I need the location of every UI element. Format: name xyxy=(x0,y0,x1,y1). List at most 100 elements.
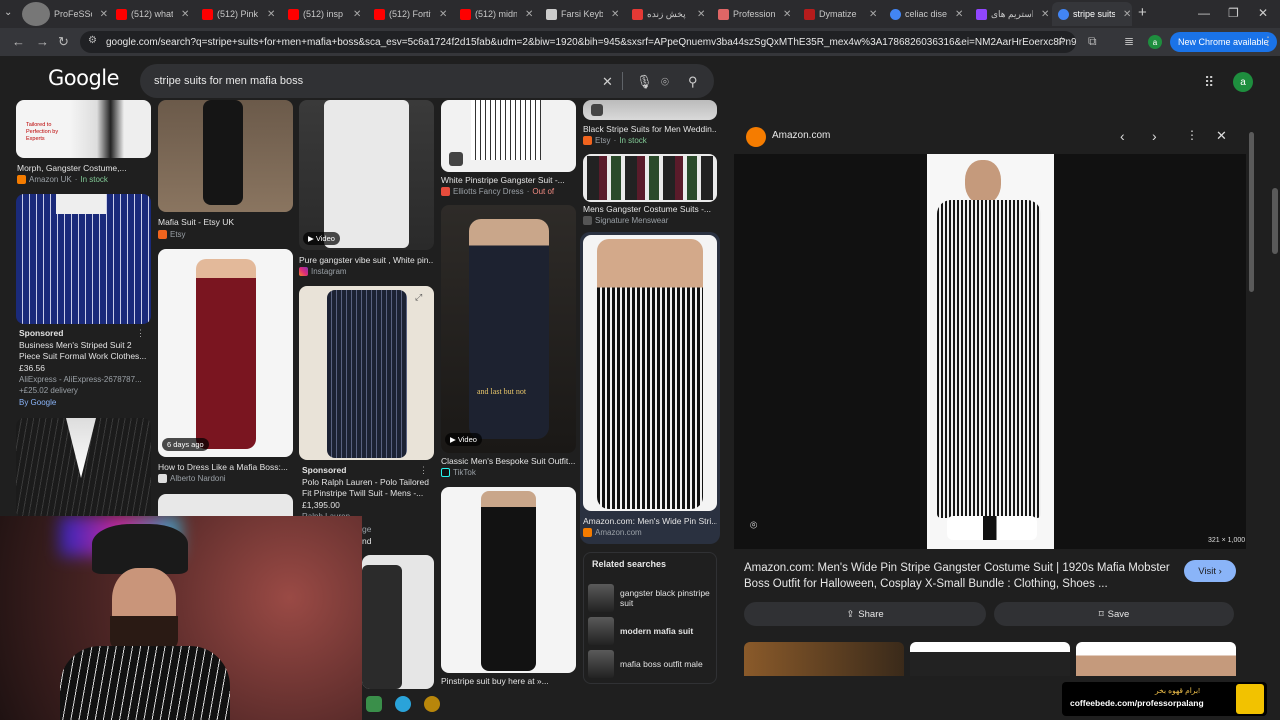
tab-youtube-5[interactable]: (512) midn ✕ xyxy=(454,2,538,26)
visit-button[interactable]: Visit › xyxy=(1184,560,1236,582)
related-search-item[interactable]: gangster black pinstripe suit xyxy=(588,583,714,613)
result-title[interactable]: Black Stripe Suits for Men Weddin... xyxy=(583,124,717,134)
tab-farsi-keyboard[interactable]: Farsi Keyb ✕ xyxy=(540,2,624,26)
result-image[interactable] xyxy=(16,194,151,324)
page-scrollbar[interactable] xyxy=(1272,188,1278,254)
preview-title[interactable]: Amazon.com: Men's Wide Pin Stripe Gangst… xyxy=(744,560,1174,592)
menu-kebab-icon[interactable]: ⋮ xyxy=(1262,34,1274,48)
result-title-line2[interactable]: Piece Suit Formal Work Clothes... xyxy=(19,351,151,361)
result-title-line1[interactable]: Business Men's Striped Suit 2 xyxy=(19,340,151,350)
close-icon[interactable]: ✕ xyxy=(611,9,619,20)
tab-professor[interactable]: ProFeSSor ✕ xyxy=(16,2,108,26)
preview-image[interactable] xyxy=(927,154,1054,549)
tab-stripe-suits[interactable]: stripe suits ✕ xyxy=(1052,2,1132,26)
taskbar-winamp-icon[interactable] xyxy=(424,696,440,712)
result-source[interactable]: Signature Menswear xyxy=(583,216,717,225)
reading-list-icon[interactable]: ≣ xyxy=(1124,34,1134,48)
microphone-icon[interactable]: 🎙 xyxy=(636,74,653,90)
close-icon[interactable]: ✕ xyxy=(267,9,275,20)
lens-search-icon[interactable]: ⌾ xyxy=(750,518,757,533)
result-image[interactable] xyxy=(158,100,293,212)
window-menu-icon[interactable]: ⌄ xyxy=(4,7,12,18)
new-chrome-available-button[interactable]: New Chrome available xyxy=(1170,32,1277,52)
by-google-link[interactable]: By Google xyxy=(19,398,56,407)
result-image[interactable]: ▶ Video xyxy=(299,100,434,250)
close-icon[interactable]: ✕ xyxy=(353,9,361,20)
restore-icon[interactable]: ❐ xyxy=(1228,6,1239,20)
profile-avatar[interactable]: a xyxy=(1148,35,1162,49)
result-image[interactable]: Tailored to Perfection by Experts xyxy=(16,100,151,158)
result-source[interactable]: Instagram xyxy=(299,267,433,276)
site-info-icon[interactable]: ⚙ xyxy=(88,35,97,46)
related-image-thumb[interactable] xyxy=(910,642,1070,676)
result-source[interactable]: Etsy · In stock xyxy=(583,136,717,145)
expand-icon[interactable]: ⤢ xyxy=(415,292,422,303)
preview-scrollbar[interactable] xyxy=(1249,132,1254,292)
result-image-selected[interactable] xyxy=(583,235,717,511)
lens-icon[interactable] xyxy=(449,152,463,166)
tab-youtube-3[interactable]: (512) insp ✕ xyxy=(282,2,366,26)
more-options-icon[interactable]: ⋮ xyxy=(136,328,145,339)
minimize-icon[interactable]: — xyxy=(1198,6,1210,20)
result-source[interactable]: Alberto Nardoni xyxy=(158,474,292,483)
result-title[interactable]: Pinstripe suit buy here at »... xyxy=(441,676,575,686)
share-button[interactable]: ⇪ Share xyxy=(744,602,986,626)
save-button[interactable]: ⌑ Save xyxy=(994,602,1234,626)
related-image-thumb[interactable] xyxy=(1076,642,1236,676)
result-title[interactable]: Amazon.com: Men's Wide Pin Stri... xyxy=(583,516,717,526)
result-source[interactable]: TikTok xyxy=(441,468,575,477)
related-search-item[interactable]: modern mafia suit xyxy=(588,616,714,646)
tab-streams[interactable]: استریم های ✕ xyxy=(970,2,1050,26)
result-title[interactable]: How to Dress Like a Mafia Boss:... xyxy=(158,462,292,472)
related-image-thumb[interactable] xyxy=(744,642,904,676)
tab-live-stream[interactable]: پخش زنده ✕ xyxy=(626,2,710,26)
tab-youtube-1[interactable]: (512) what ✕ xyxy=(110,2,194,26)
tab-dymatize[interactable]: Dymatize ✕ xyxy=(798,2,882,26)
result-source[interactable]: Amazon UK · In stock xyxy=(17,175,151,184)
result-title[interactable]: Morph, Gangster Costume,... xyxy=(17,163,151,173)
result-source[interactable]: Amazon.com xyxy=(583,528,717,537)
forward-icon[interactable]: → xyxy=(36,34,49,49)
result-image[interactable] xyxy=(16,418,151,518)
close-icon[interactable]: ✕ xyxy=(697,9,705,20)
lens-camera-icon[interactable]: ⌾ xyxy=(661,74,669,90)
result-image[interactable] xyxy=(583,154,717,202)
result-title-line1[interactable]: Polo Ralph Lauren - Polo Tailored xyxy=(302,477,434,487)
close-icon[interactable]: ✕ xyxy=(783,9,791,20)
result-image[interactable]: ⤢ xyxy=(299,286,434,460)
close-icon[interactable]: ✕ xyxy=(1041,9,1049,20)
close-preview-icon[interactable]: ✕ xyxy=(1216,128,1227,144)
result-image[interactable] xyxy=(362,555,434,689)
close-icon[interactable]: ✕ xyxy=(181,9,189,20)
tab-profession[interactable]: Profession ✕ xyxy=(712,2,796,26)
result-image[interactable] xyxy=(583,100,717,120)
back-icon[interactable]: ← xyxy=(12,34,25,49)
tab-celiac[interactable]: celiac dise ✕ xyxy=(884,2,968,26)
result-image[interactable]: and last but not ▶ Video xyxy=(441,205,576,453)
result-image[interactable] xyxy=(441,100,576,172)
result-title[interactable]: White Pinstripe Gangster Suit -... xyxy=(441,175,575,185)
search-icon[interactable]: ⚲ xyxy=(688,74,698,90)
result-title[interactable]: Classic Men's Bespoke Suit Outfit... xyxy=(441,456,575,466)
previous-icon[interactable]: ‹ xyxy=(1120,128,1125,144)
close-icon[interactable]: ✕ xyxy=(955,9,963,20)
clear-icon[interactable]: ✕ xyxy=(602,74,613,90)
tab-youtube-4[interactable]: (512) Fortit ✕ xyxy=(368,2,452,26)
result-image[interactable] xyxy=(441,487,576,673)
taskbar-telegram-icon[interactable] xyxy=(395,696,411,712)
result-title-line2[interactable]: Fit Pinstripe Twill Suit - Mens -... xyxy=(302,488,434,498)
more-options-icon[interactable]: ⋮ xyxy=(419,465,428,476)
result-title[interactable]: Mens Gangster Costume Suits -... xyxy=(583,204,717,214)
preview-source[interactable]: Amazon.com xyxy=(772,130,830,141)
google-apps-icon[interactable]: ⠿ xyxy=(1204,74,1214,91)
tab-youtube-2[interactable]: (512) Pink ✕ xyxy=(196,2,280,26)
close-icon[interactable]: ✕ xyxy=(525,9,533,20)
result-source[interactable]: Elliotts Fancy Dress · Out of xyxy=(441,187,575,196)
google-account-avatar[interactable]: a xyxy=(1233,72,1253,92)
close-icon[interactable]: ✕ xyxy=(100,9,108,20)
close-icon[interactable]: ✕ xyxy=(869,9,877,20)
extensions-icon[interactable]: ⧉ xyxy=(1088,34,1097,49)
close-icon[interactable]: ✕ xyxy=(1123,9,1131,20)
result-title[interactable]: Mafia Suit - Etsy UK xyxy=(158,217,292,227)
result-source[interactable]: AliExpress - AliExpress-2678787... xyxy=(19,375,151,384)
